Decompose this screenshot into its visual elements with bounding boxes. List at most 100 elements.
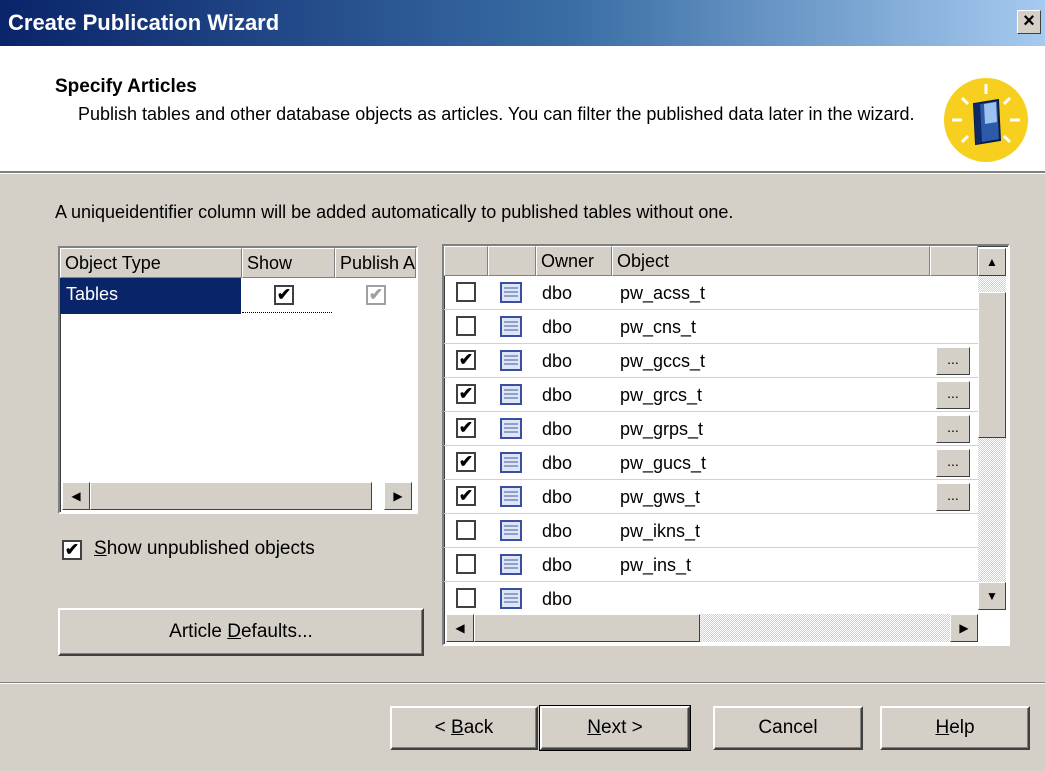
article-checkbox[interactable]: ✔: [456, 384, 476, 404]
object-cell: pw_ikns_t: [620, 521, 701, 541]
article-properties-button[interactable]: ...: [936, 449, 970, 477]
focus-underline: [242, 312, 332, 313]
article-checkbox[interactable]: ✔: [456, 452, 476, 472]
table-icon: [500, 554, 522, 575]
check-icon: ✔: [276, 285, 292, 304]
article-row[interactable]: ✔ dbo pw_grcs_t...: [444, 378, 978, 412]
object-cell: pw_gucs_t: [620, 453, 707, 473]
article-checkbox[interactable]: [456, 316, 476, 336]
check-icon: ✔: [458, 418, 474, 437]
object-type-list[interactable]: Object Type Show Publish A Tables ✔ ✔ ◀ …: [58, 246, 418, 514]
accelerator-key: H: [935, 717, 950, 738]
scroll-down-button[interactable]: ▼: [978, 582, 1006, 610]
owner-cell: dbo: [542, 351, 573, 371]
object-cell: pw_ins_t: [620, 555, 692, 575]
help-button[interactable]: Help: [880, 706, 1030, 750]
label-text: elp: [949, 717, 975, 738]
owner-cell: dbo: [542, 589, 573, 609]
object-type-label: Tables: [66, 284, 119, 304]
article-checkbox[interactable]: ✔: [456, 486, 476, 506]
label-text: Article: [169, 621, 228, 642]
owner-cell: dbo: [542, 487, 573, 507]
cancel-button[interactable]: Cancel: [713, 706, 863, 750]
article-checkbox[interactable]: ✔: [456, 350, 476, 370]
object-cell: pw_gws_t: [620, 487, 701, 507]
title-bar: Create Publication Wizard ×: [0, 0, 1045, 46]
vertical-scroll-thumb[interactable]: [978, 292, 1006, 438]
table-icon: [500, 384, 522, 405]
show-unpublished-checkbox[interactable]: ✔: [62, 540, 82, 560]
object-cell: pw_grps_t: [620, 419, 704, 439]
articles-grid[interactable]: Owner Object dbo pw_acss_t dbo pw_cns_t ✔ dbo…: [442, 244, 1010, 646]
article-checkbox[interactable]: [456, 588, 476, 608]
object-cell: pw_grcs_t: [620, 385, 703, 405]
object-cell: pw_acss_t: [620, 283, 706, 303]
column-header-icon[interactable]: [488, 246, 536, 276]
next-button[interactable]: Next >: [539, 705, 691, 751]
article-row[interactable]: dbo: [444, 582, 978, 610]
column-header-properties[interactable]: [930, 246, 978, 276]
check-icon: ✔: [458, 384, 474, 403]
article-properties-button[interactable]: ...: [936, 483, 970, 511]
article-properties-button[interactable]: ...: [936, 381, 970, 409]
scroll-right-button[interactable]: ▶: [384, 482, 412, 510]
scroll-left-button[interactable]: ◀: [62, 482, 90, 510]
arrow-left-icon: ◀: [455, 621, 465, 635]
owner-cell: dbo: [542, 419, 573, 439]
label-text: <: [434, 717, 452, 738]
article-checkbox[interactable]: [456, 282, 476, 302]
book-lightbulb-icon: [944, 78, 1028, 162]
owner-cell: dbo: [542, 385, 573, 405]
close-button[interactable]: ×: [1017, 10, 1041, 34]
article-checkbox[interactable]: [456, 554, 476, 574]
column-header-owner[interactable]: Owner: [536, 246, 612, 276]
article-defaults-button[interactable]: Article Defaults...: [58, 608, 424, 656]
article-row[interactable]: ✔ dbo pw_gws_t...: [444, 480, 978, 514]
object-type-cell[interactable]: Tables: [60, 278, 241, 314]
article-properties-button[interactable]: ...: [936, 347, 970, 375]
arrow-down-icon: ▼: [986, 589, 998, 603]
arrow-up-icon: ▲: [986, 255, 998, 269]
article-checkbox[interactable]: [456, 520, 476, 540]
check-icon: ✔: [458, 350, 474, 369]
label-text: how unpublished objects: [106, 538, 315, 559]
column-header-object[interactable]: Object: [612, 246, 930, 276]
label-text: ext >: [601, 717, 643, 738]
publish-all-checkbox: ✔: [366, 285, 386, 305]
column-header-object-type[interactable]: Object Type: [60, 248, 242, 278]
label-text: efaults...: [240, 621, 313, 642]
article-properties-button[interactable]: ...: [936, 415, 970, 443]
page-title: Specify Articles: [55, 76, 197, 97]
article-checkbox[interactable]: ✔: [456, 418, 476, 438]
article-row[interactable]: dbo pw_ikns_t: [444, 514, 978, 548]
check-icon: ✔: [64, 540, 80, 559]
scroll-up-button[interactable]: ▲: [978, 248, 1006, 276]
horizontal-scroll-thumb[interactable]: [90, 482, 372, 510]
column-header-checkbox[interactable]: [444, 246, 488, 276]
back-button[interactable]: < Back: [390, 706, 538, 750]
owner-cell: dbo: [542, 521, 573, 541]
article-row[interactable]: dbo pw_cns_t: [444, 310, 978, 344]
scroll-right-button[interactable]: ▶: [950, 614, 978, 642]
show-tables-checkbox[interactable]: ✔: [274, 285, 294, 305]
arrow-right-icon: ▶: [393, 489, 403, 503]
object-type-row[interactable]: Tables ✔ ✔: [60, 278, 416, 314]
scroll-left-button[interactable]: ◀: [446, 614, 474, 642]
table-icon: [500, 418, 522, 439]
object-cell: pw_gccs_t: [620, 351, 706, 371]
horizontal-scroll-track[interactable]: [700, 614, 950, 642]
footer-divider: [0, 682, 1045, 684]
article-row[interactable]: dbo pw_acss_t: [444, 276, 978, 310]
table-icon: [500, 452, 522, 473]
column-header-show[interactable]: Show: [242, 248, 335, 278]
column-header-publish-all[interactable]: Publish A: [335, 248, 416, 278]
article-row[interactable]: dbo pw_ins_t: [444, 548, 978, 582]
header-divider: [0, 172, 1045, 174]
horizontal-scroll-thumb[interactable]: [474, 614, 700, 642]
owner-cell: dbo: [542, 453, 573, 473]
article-row[interactable]: ✔ dbo pw_gccs_t...: [444, 344, 978, 378]
accelerator-key: S: [94, 538, 107, 559]
article-row[interactable]: ✔ dbo pw_gucs_t...: [444, 446, 978, 480]
table-icon: [500, 486, 522, 507]
article-row[interactable]: ✔ dbo pw_grps_t...: [444, 412, 978, 446]
